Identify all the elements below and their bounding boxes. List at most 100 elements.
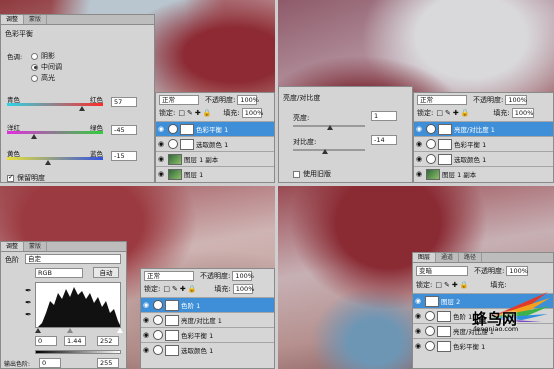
fill-input[interactable]: 100% (241, 108, 263, 118)
tone-shadows[interactable]: 阴影 (31, 51, 55, 61)
eye-icon[interactable]: ◉ (413, 327, 423, 335)
eye-icon[interactable]: ◉ (414, 155, 424, 163)
blend-mode-select[interactable]: 正常 (144, 271, 194, 281)
contrast-thumb[interactable] (322, 149, 328, 154)
tab-paths[interactable]: 路径 (459, 253, 483, 262)
eye-icon[interactable]: ◉ (414, 125, 424, 133)
opacity-label: 不透明度: (200, 272, 231, 280)
layer-row[interactable]: ◉ 色彩平衡 1 (156, 121, 274, 136)
layers-panel: 正常 不透明度: 100% 锁定: □✎✚🔒 填充: 100% ◉ 色彩平衡 1… (155, 92, 275, 183)
eye-icon[interactable]: ◉ (413, 342, 423, 350)
eye-icon[interactable]: ◉ (414, 140, 424, 148)
tab-layers[interactable]: 图层 (413, 253, 437, 262)
opacity-input[interactable]: 100% (506, 266, 529, 276)
black-point-thumb[interactable] (35, 328, 41, 333)
adjustment-icon (426, 154, 436, 164)
output-white[interactable]: 255 (97, 358, 119, 368)
contrast-value[interactable]: -14 (371, 135, 397, 145)
eye-icon[interactable]: ◉ (414, 170, 424, 178)
gamma-thumb[interactable] (67, 328, 73, 333)
lock-row: 锁定: □✎✚🔒 填充: 100% (417, 108, 534, 118)
layer-row[interactable]: ◉ 色阶 1 (141, 297, 274, 312)
layer-row[interactable]: ◉ 色彩平衡 1 (413, 338, 553, 353)
opacity-label: 不透明度: (474, 267, 505, 275)
eye-icon[interactable]: ◉ (156, 155, 166, 163)
eye-icon[interactable]: ◉ (156, 170, 166, 178)
use-legacy[interactable]: 使用旧版 (293, 169, 331, 179)
contrast-track[interactable] (293, 149, 365, 151)
white-point-thumb[interactable] (117, 328, 123, 333)
tone-midtones[interactable]: 中间调 (31, 62, 62, 72)
eye-icon[interactable]: ◉ (141, 346, 151, 354)
cyan-red-value[interactable]: 57 (111, 97, 137, 107)
eye-icon[interactable]: ◉ (156, 140, 166, 148)
use-legacy-checkbox[interactable] (293, 170, 300, 178)
input-black[interactable]: 0 (35, 336, 57, 346)
magenta-green-value[interactable]: -45 (111, 125, 137, 135)
lock-icons[interactable]: □✎✚🔒 (178, 109, 213, 117)
tab-adjustments[interactable]: 调整 (1, 242, 25, 251)
eye-icon[interactable]: ◉ (141, 331, 151, 339)
eye-icon[interactable]: ◉ (413, 297, 423, 305)
preserve-luminosity-checkbox[interactable] (7, 173, 14, 182)
eyedropper-white-icon[interactable]: ✒ (25, 310, 32, 319)
adjustment-icon (168, 124, 178, 134)
layer-row[interactable]: ◉ 色彩平衡 1 (414, 136, 553, 151)
yellow-blue-thumb[interactable] (45, 160, 51, 165)
output-black[interactable]: 0 (39, 358, 61, 368)
layer-row[interactable]: ◉ 选取颜色 1 (156, 136, 274, 151)
tab-masks[interactable]: 蒙版 (24, 242, 48, 251)
channel-select[interactable]: RGB (35, 268, 83, 278)
blend-mode-select[interactable]: 正常 (159, 95, 199, 105)
magenta-green-thumb[interactable] (31, 134, 37, 139)
brightness-thumb[interactable] (327, 125, 333, 130)
radio-shadows[interactable] (31, 52, 38, 60)
fill-input[interactable]: 100% (232, 284, 254, 294)
eyedropper-black-icon[interactable]: ✒ (25, 286, 32, 295)
cyan-red-thumb[interactable] (79, 106, 85, 111)
layer-row[interactable]: ◉ 色彩平衡 1 (141, 327, 274, 342)
eye-icon[interactable]: ◉ (141, 301, 151, 309)
preset-select[interactable]: 自定 (25, 254, 121, 264)
auto-button[interactable]: 自动 (93, 267, 119, 278)
lock-icons[interactable]: □✎✚🔒 (435, 281, 470, 289)
layer-row[interactable]: ◉ 图层 1 副本 (414, 166, 553, 181)
eye-icon[interactable]: ◉ (141, 316, 151, 324)
mask-thumbnail (438, 138, 452, 150)
eye-icon[interactable]: ◉ (156, 125, 166, 133)
layer-row[interactable]: ◉ 选取颜色 1 (414, 151, 553, 166)
yellow-blue-value[interactable]: -15 (111, 151, 137, 161)
fill-input[interactable]: 100% (511, 108, 534, 118)
layer-row[interactable]: ◉ 选取颜色 1 (141, 342, 274, 357)
cyan-red-track[interactable] (7, 103, 103, 106)
preserve-luminosity[interactable]: 保留明度 (7, 173, 45, 183)
tone-highlights[interactable]: 高光 (31, 73, 55, 83)
tab-channels[interactable]: 通道 (436, 253, 460, 262)
radio-midtones[interactable] (31, 63, 38, 71)
blend-mode-select[interactable]: 变暗 (416, 266, 468, 276)
eye-icon[interactable]: ◉ (413, 312, 423, 320)
blend-mode-select[interactable]: 正常 (417, 95, 467, 105)
opacity-input[interactable]: 100% (505, 95, 528, 105)
adjustment-icon (425, 326, 435, 336)
output-levels-label: 输出色阶: (4, 361, 31, 368)
adjustment-icon (153, 330, 163, 340)
tab-adjustments[interactable]: 调整 (1, 15, 25, 24)
input-white[interactable]: 252 (97, 336, 119, 346)
layer-row[interactable]: ◉ 图层 1 (156, 166, 274, 181)
yellow-blue-track[interactable] (7, 157, 103, 160)
tab-masks[interactable]: 蒙版 (24, 15, 48, 24)
lock-icons[interactable]: □✎✚🔒 (436, 109, 471, 117)
magenta-green-track[interactable] (7, 131, 103, 134)
lock-icons[interactable]: □✎✚🔒 (163, 285, 198, 293)
layer-row[interactable]: ◉ 图层 1 副本 (156, 151, 274, 166)
eyedropper-gray-icon[interactable]: ✒ (25, 298, 32, 307)
layer-row[interactable]: ◉ 亮度/对比度 1 (141, 312, 274, 327)
layer-row[interactable]: ◉ 亮度/对比度 1 (414, 121, 553, 136)
opacity-input[interactable]: 100% (232, 271, 254, 281)
input-gamma[interactable]: 1.44 (64, 336, 86, 346)
image-thumbnail (168, 168, 182, 180)
opacity-input[interactable]: 100% (237, 95, 259, 105)
radio-highlights[interactable] (31, 74, 38, 82)
brightness-value[interactable]: 1 (371, 111, 397, 121)
